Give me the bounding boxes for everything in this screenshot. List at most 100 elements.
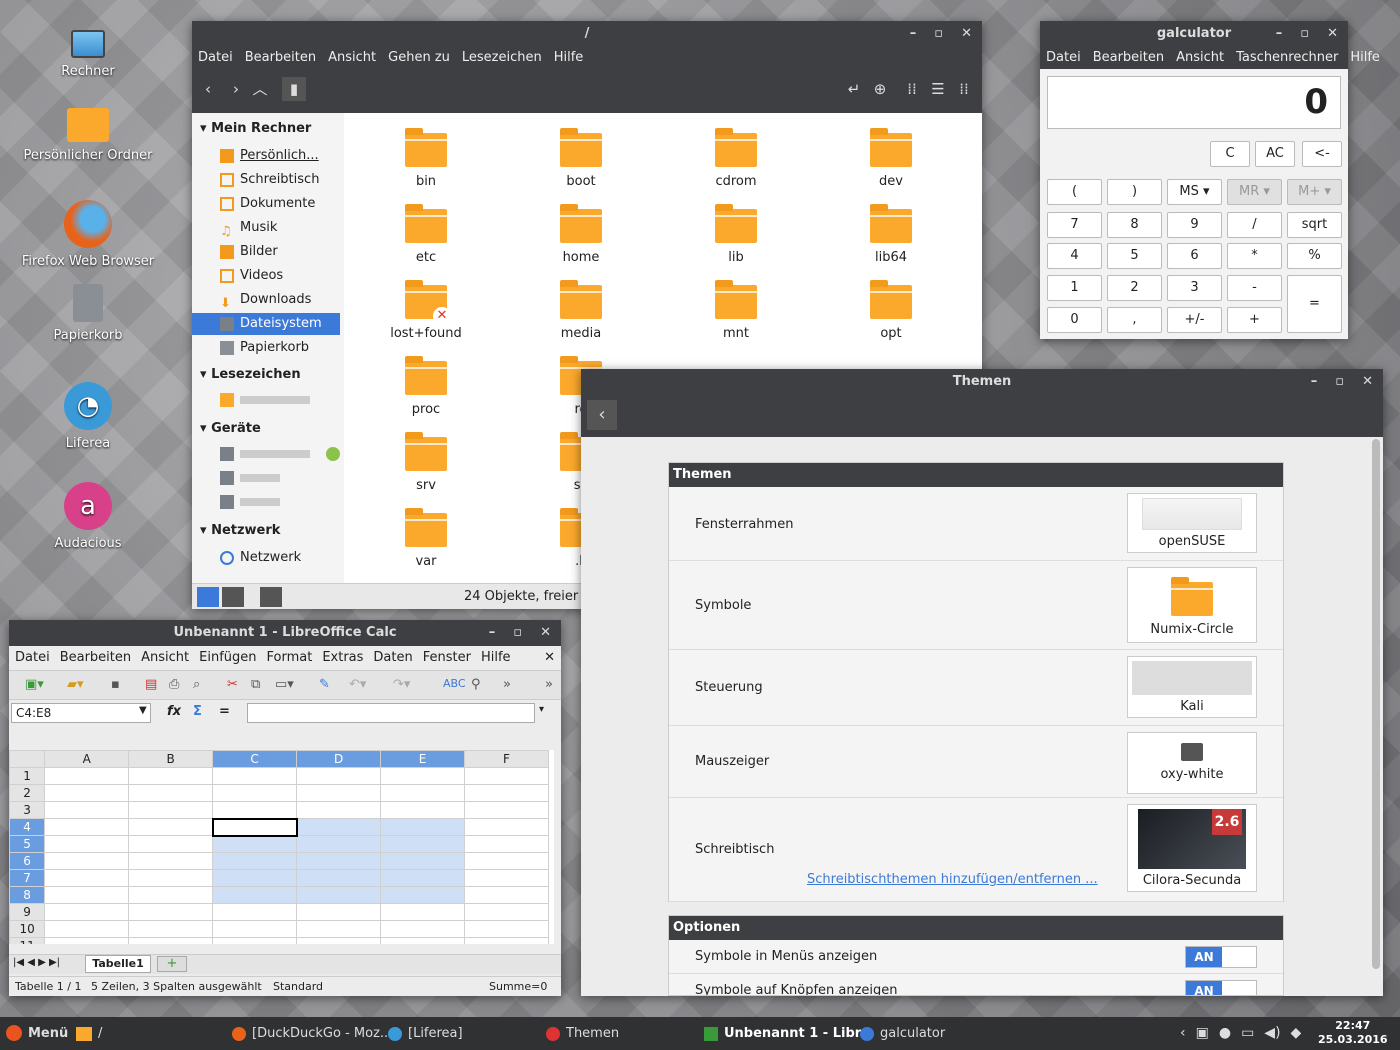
sidebar-head-mein-rechner[interactable]: ▾ Mein Rechner [200,121,311,136]
cell[interactable] [296,869,382,887]
sidebar-head-bookmarks[interactable]: ▾ Lesezeichen [200,367,301,382]
cell[interactable] [296,784,382,802]
all-clear-button[interactable]: AC [1255,141,1295,167]
calc-key[interactable]: 7 [1047,212,1102,238]
folder-item[interactable]: mnt [676,280,796,341]
sidebar-bookmark[interactable] [220,389,310,411]
places-toggle-icon[interactable] [197,587,219,607]
cell[interactable] [128,903,214,921]
formula-icon[interactable]: = [219,704,230,719]
cell[interactable] [44,784,130,802]
cell[interactable] [212,784,298,802]
column-header[interactable]: C [212,750,298,768]
backspace-button[interactable]: <- [1302,141,1342,167]
menu-taschenrechner[interactable]: Taschenrechner [1236,47,1338,69]
icon-view-icon[interactable]: ⁞⁞ [900,77,924,101]
calc-key[interactable]: 5 [1107,243,1162,269]
cell[interactable] [128,852,214,870]
memory-add-button[interactable]: M+ ▾ [1287,179,1342,205]
compact-view-icon[interactable]: ⁞⁞ [952,77,976,101]
theme-card-desktop[interactable]: 2.6 Cilora-Secunda [1127,804,1257,892]
shield-icon[interactable]: ◆ [1291,1025,1302,1041]
calc-key[interactable]: - [1227,275,1282,301]
calc-key[interactable]: 9 [1167,212,1222,238]
formula-input[interactable] [247,703,535,723]
menu-gehen-zu[interactable]: Gehen zu [388,47,450,69]
start-menu-button[interactable]: Menü [6,1025,68,1041]
cell[interactable] [44,920,130,938]
desktop-icon-trash[interactable]: Papierkorb [20,284,156,343]
cell[interactable] [464,852,549,870]
theme-card-cursor[interactable]: oxy-white [1127,732,1257,794]
cell[interactable] [128,784,214,802]
cell[interactable] [464,869,549,887]
row-header[interactable]: 10 [9,920,46,938]
name-box[interactable]: C4:E8 [11,703,151,723]
sidebar-item-desktop[interactable]: Schreibtisch [220,169,319,191]
cell[interactable] [44,835,130,853]
menu-hilfe[interactable]: Hilfe [554,47,584,69]
cell[interactable] [464,920,549,938]
folder-item[interactable]: bin [366,128,486,189]
cell[interactable] [128,767,214,785]
taskbar-folder-button[interactable]: / [76,1026,102,1041]
folder-item[interactable]: etc [366,204,486,265]
folder-item[interactable]: lib [676,204,796,265]
theme-card-controls[interactable]: Kali [1127,656,1257,718]
cell[interactable] [296,903,382,921]
folder-item[interactable]: var [366,508,486,569]
calc-key[interactable]: ) [1107,179,1162,205]
menu-datei[interactable]: Datei [15,646,50,670]
cell[interactable] [128,801,214,819]
drive-icon[interactable]: ▮ [282,77,306,101]
cell[interactable] [212,852,298,870]
tree-toggle-icon[interactable] [222,587,244,607]
cell[interactable] [44,869,130,887]
cell[interactable] [464,767,549,785]
scrollbar[interactable] [1372,439,1380,969]
volume-icon[interactable]: ◀) [1264,1025,1280,1041]
add-sheet-icon[interactable]: + [157,956,187,972]
cell[interactable] [296,801,382,819]
cell[interactable] [296,835,382,853]
cell[interactable] [296,818,382,836]
cell[interactable] [464,835,549,853]
spellcheck-icon[interactable]: ABC [443,677,466,690]
cell[interactable] [212,835,298,853]
clone-formatting-icon[interactable]: ✎ [319,677,330,692]
menu-hilfe[interactable]: Hilfe [1350,47,1380,69]
theme-card-window-border[interactable]: openSUSE [1127,493,1257,553]
calc-key[interactable]: sqrt [1287,212,1342,238]
calc-key[interactable]: , [1107,307,1162,333]
menu-hilfe[interactable]: Hilfe [481,646,511,670]
sidebar-device[interactable] [220,467,280,489]
folder-item[interactable]: boot [521,128,641,189]
close-icon[interactable]: ✕ [961,21,972,47]
cell[interactable] [464,886,549,904]
sidebar-head-network[interactable]: ▾ Netzwerk [200,523,280,538]
menu-fenster[interactable]: Fenster [423,646,471,670]
desktop-icon-audacious[interactable]: a Audacious [20,482,156,551]
add-remove-desktop-themes-link[interactable]: Schreibtischthemen hinzufügen/entfernen … [807,872,1098,887]
calc-key[interactable]: + [1227,307,1282,333]
calc-key[interactable]: / [1227,212,1282,238]
calculator-titlebar[interactable]: galculator – ▫ ✕ [1040,21,1348,47]
hide-sidebar-icon[interactable] [260,587,282,607]
cell[interactable] [44,852,130,870]
new-document-icon[interactable]: ▣▾ [25,677,44,692]
menu-ansicht[interactable]: Ansicht [328,47,376,69]
row-header[interactable]: 2 [9,784,46,802]
copy-icon[interactable]: ⧉ [251,677,260,692]
column-header[interactable]: D [296,750,382,768]
menu-lesezeichen[interactable]: Lesezeichen [462,47,542,69]
cell[interactable] [212,937,298,944]
cell[interactable] [380,818,465,836]
minimize-icon[interactable]: – [910,21,917,47]
tray-app-icon[interactable]: ▣ [1196,1025,1209,1041]
folder-item[interactable]: home [521,204,641,265]
row-header[interactable]: 6 [9,852,46,870]
clock[interactable]: 22:47 25.03.2016 [1318,1019,1388,1047]
folder-item[interactable]: ✕ lost+found [366,280,486,341]
cell[interactable] [464,784,549,802]
cell[interactable] [296,767,382,785]
